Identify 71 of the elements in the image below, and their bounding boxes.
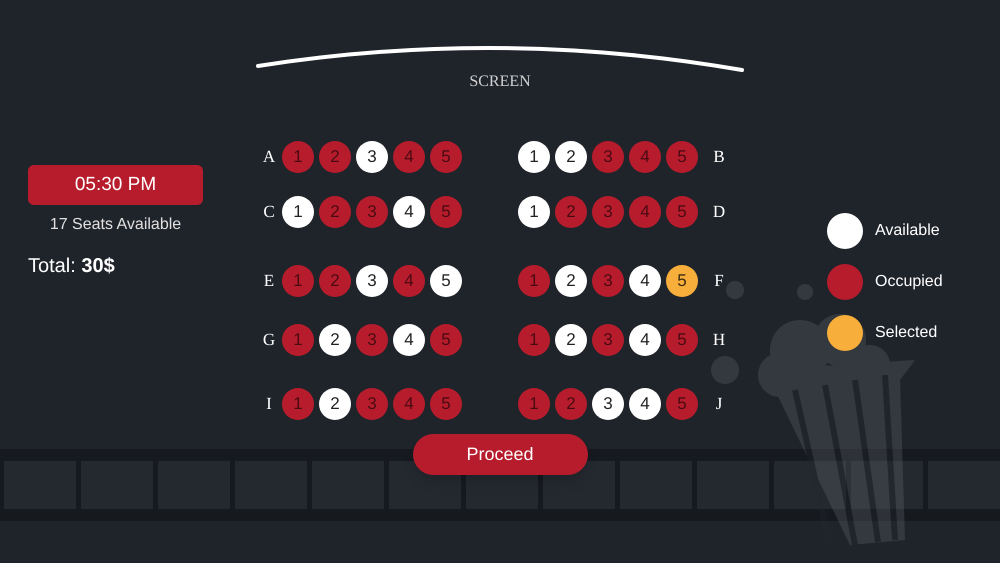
seat-button[interactable]: 2 xyxy=(319,141,351,173)
seat-button[interactable]: 1 xyxy=(282,141,314,173)
seat-button[interactable]: 5 xyxy=(430,141,462,173)
legend-swatch xyxy=(827,264,863,300)
seat-button[interactable]: 4 xyxy=(393,196,425,228)
seat-button[interactable]: 1 xyxy=(518,388,550,420)
seat-button[interactable]: 5 xyxy=(666,388,698,420)
row-label: D xyxy=(712,201,726,224)
row-label: G xyxy=(262,329,276,352)
row-label: F xyxy=(713,270,725,292)
seat-button[interactable]: 3 xyxy=(356,324,388,356)
row-label: C xyxy=(262,201,276,224)
total-price: Total: 30$ xyxy=(28,254,116,279)
seat-button[interactable]: 3 xyxy=(356,196,388,228)
seat-button[interactable]: 1 xyxy=(518,324,550,356)
seat-button[interactable]: 1 xyxy=(518,196,550,228)
seat-button[interactable]: 3 xyxy=(592,388,624,420)
seat-button[interactable]: 1 xyxy=(282,324,314,356)
seat-button[interactable]: 3 xyxy=(592,196,624,228)
seat-button[interactable]: 2 xyxy=(555,141,587,173)
seat-button[interactable]: 3 xyxy=(592,324,624,356)
seat-button[interactable]: 2 xyxy=(319,388,351,420)
seat-button[interactable]: 1 xyxy=(518,141,550,173)
seat-button[interactable]: 2 xyxy=(319,324,351,356)
seat-button[interactable]: 4 xyxy=(629,265,661,297)
row-label: J xyxy=(714,393,724,416)
seat-button[interactable]: 2 xyxy=(319,196,351,228)
seat-button[interactable]: 5 xyxy=(666,324,698,356)
legend-swatch xyxy=(827,315,863,351)
seat-button[interactable]: 2 xyxy=(555,324,587,356)
seat-button[interactable]: 1 xyxy=(282,196,314,228)
row-label: I xyxy=(265,393,273,416)
seat-button[interactable]: 5 xyxy=(430,265,462,297)
row-label: A xyxy=(262,146,276,168)
seat-button[interactable]: 3 xyxy=(356,265,388,297)
seat-button[interactable]: 2 xyxy=(555,196,587,228)
seat-button[interactable]: 5 xyxy=(430,388,462,420)
seat-button[interactable]: 4 xyxy=(393,324,425,356)
seat-button[interactable]: 5 xyxy=(430,324,462,356)
row-label: E xyxy=(262,270,276,292)
screen-label: SCREEN xyxy=(469,72,531,92)
seat-button[interactable]: 4 xyxy=(393,141,425,173)
seat-button[interactable]: 1 xyxy=(282,265,314,297)
seat-button[interactable]: 3 xyxy=(592,265,624,297)
showtime-button[interactable]: 05:30 PM xyxy=(28,165,203,205)
seat-button[interactable]: 2 xyxy=(319,265,351,297)
seat-button[interactable]: 4 xyxy=(393,265,425,297)
proceed-button[interactable]: Proceed xyxy=(412,434,588,475)
legend-swatch xyxy=(827,213,863,249)
seat-button[interactable]: 3 xyxy=(592,141,624,173)
seat-button[interactable]: 3 xyxy=(356,141,388,173)
seat-button[interactable]: 5 xyxy=(666,265,698,297)
legend-label: Selected xyxy=(875,323,938,343)
seat-button[interactable]: 1 xyxy=(518,265,550,297)
seat-button[interactable]: 4 xyxy=(629,324,661,356)
seat-button[interactable]: 2 xyxy=(555,265,587,297)
seat-button[interactable]: 5 xyxy=(430,196,462,228)
seat-button[interactable]: 4 xyxy=(629,141,661,173)
seat-button[interactable]: 4 xyxy=(629,196,661,228)
seat-button[interactable]: 5 xyxy=(666,141,698,173)
row-label: B xyxy=(712,146,726,168)
seats-available-text: 17 Seats Available xyxy=(48,215,182,235)
seat-button[interactable]: 4 xyxy=(629,388,661,420)
seat-button[interactable]: 2 xyxy=(555,388,587,420)
seat-button[interactable]: 3 xyxy=(356,388,388,420)
row-label: H xyxy=(712,329,726,352)
seat-button[interactable]: 4 xyxy=(393,388,425,420)
legend-label: Available xyxy=(875,221,940,241)
legend-label: Occupied xyxy=(875,272,943,292)
seat-button[interactable]: 1 xyxy=(282,388,314,420)
seat-button[interactable]: 5 xyxy=(666,196,698,228)
